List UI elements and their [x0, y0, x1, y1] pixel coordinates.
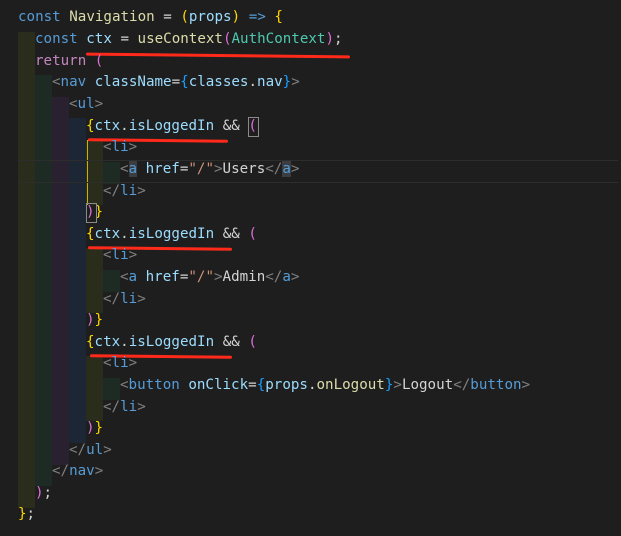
code-line-4[interactable]: <nav className={classes.nav}> — [52, 72, 300, 94]
annotation-underline-1 — [85, 52, 351, 59]
indent-rail-5b — [86, 248, 103, 313]
code-line-2[interactable]: const ctx = useContext(AuthContext); — [35, 29, 343, 51]
matched-bracket-close — [86, 203, 97, 223]
code-line-9[interactable]: </li> — [103, 181, 146, 203]
code-line-6[interactable]: {ctx.isLoggedIn && ( — [86, 116, 257, 138]
code-line-1[interactable]: const Navigation = (props) => { — [18, 7, 283, 29]
code-line-11[interactable]: {ctx.isLoggedIn && ( — [86, 224, 257, 246]
code-line-22[interactable]: </nav> — [52, 461, 103, 483]
code-line-13[interactable]: <a href="/">Admin</a> — [120, 267, 299, 289]
indent-rail-5c — [86, 356, 103, 421]
current-line-highlight — [18, 160, 618, 183]
code-line-21[interactable]: </ul> — [69, 440, 112, 462]
code-line-12[interactable]: <li> — [103, 245, 137, 267]
code-line-7[interactable]: <li> — [103, 137, 137, 159]
matched-bracket-open — [248, 117, 259, 137]
code-line-8[interactable]: <a href="/">Users</a> — [120, 159, 299, 181]
code-line-5[interactable]: <ul> — [69, 94, 103, 116]
code-line-15[interactable]: )} — [86, 310, 103, 332]
code-line-16[interactable]: {ctx.isLoggedIn && ( — [86, 332, 257, 354]
code-editor[interactable]: const Navigation = (props) => { const ct… — [0, 0, 621, 536]
code-line-19[interactable]: </li> — [103, 397, 146, 419]
code-line-14[interactable]: </li> — [103, 289, 146, 311]
indent-rail-2 — [35, 75, 52, 486]
indent-rail-3 — [52, 97, 69, 465]
indent-rail-1 — [18, 32, 35, 508]
code-line-3[interactable]: return ( — [35, 51, 103, 73]
code-line-18[interactable]: <button onClick={props.onLogout}>Logout<… — [120, 375, 530, 397]
code-line-23[interactable]: ); — [35, 483, 52, 505]
code-line-20[interactable]: )} — [86, 418, 103, 440]
code-line-24[interactable]: }; — [18, 504, 35, 526]
code-line-17[interactable]: <li> — [103, 353, 137, 375]
